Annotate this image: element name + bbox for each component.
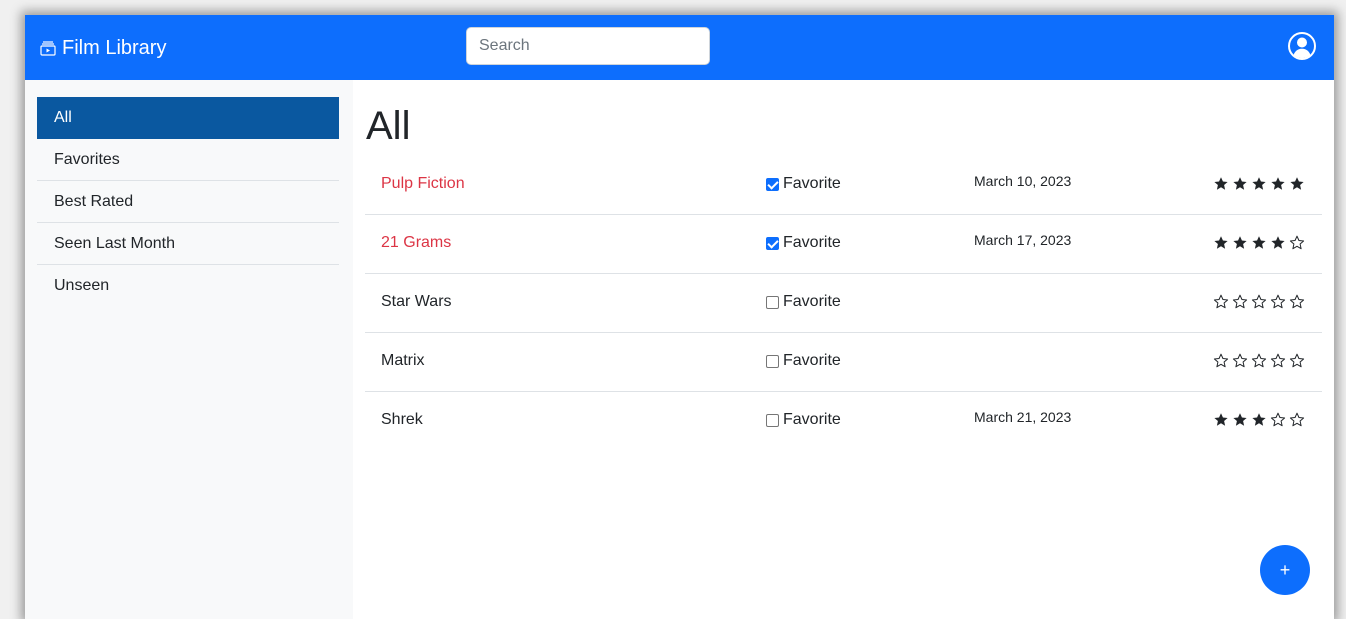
star-icon[interactable] bbox=[1232, 353, 1248, 369]
brand[interactable]: Film Library bbox=[40, 35, 166, 61]
star-fill-icon[interactable] bbox=[1232, 412, 1248, 428]
favorite-label: Favorite bbox=[783, 293, 841, 310]
film-title: Star Wars bbox=[381, 293, 452, 310]
favorite-label: Favorite bbox=[783, 175, 841, 192]
star-icon[interactable] bbox=[1270, 353, 1286, 369]
star-fill-icon[interactable] bbox=[1289, 176, 1305, 192]
user-button[interactable] bbox=[1287, 31, 1317, 61]
favorite-checkbox[interactable]: Favorite bbox=[766, 234, 841, 252]
sidebar-item-unseen[interactable]: Unseen bbox=[37, 265, 339, 307]
star-icon[interactable] bbox=[1289, 235, 1305, 251]
sidebar: All Favorites Best Rated Seen Last Month Uns… bbox=[25, 80, 353, 619]
film-row: Pulp Fiction Favorite March 10, 2023 bbox=[365, 156, 1322, 215]
star-icon[interactable] bbox=[1270, 412, 1286, 428]
person-circle-icon bbox=[1288, 32, 1316, 60]
watch-date: March 10, 2023 bbox=[974, 173, 1072, 189]
favorite-checkbox[interactable]: Favorite bbox=[766, 352, 841, 370]
film-row: Matrix Favorite bbox=[365, 333, 1322, 392]
film-title: Pulp Fiction bbox=[381, 175, 465, 192]
star-fill-icon[interactable] bbox=[1251, 235, 1267, 251]
film-row: 21 Grams Favorite March 17, 2023 bbox=[365, 215, 1322, 274]
star-fill-icon[interactable] bbox=[1232, 235, 1248, 251]
star-fill-icon[interactable] bbox=[1213, 235, 1229, 251]
page-title: All bbox=[366, 104, 411, 148]
star-icon[interactable] bbox=[1213, 294, 1229, 310]
sidebar-item-all[interactable]: All bbox=[37, 97, 339, 139]
favorite-checkbox[interactable]: Favorite bbox=[766, 411, 841, 429]
film-row: Star Wars Favorite bbox=[365, 274, 1322, 333]
star-fill-icon[interactable] bbox=[1251, 412, 1267, 428]
app-window: Film Library AllFavoritesBest RatedSeen … bbox=[25, 15, 1334, 619]
star-icon[interactable] bbox=[1251, 294, 1267, 310]
rating-stars bbox=[1213, 412, 1305, 428]
star-fill-icon[interactable] bbox=[1270, 176, 1286, 192]
film-title: 21 Grams bbox=[381, 234, 452, 251]
sidebar-item-favorites[interactable]: Favorites bbox=[37, 139, 339, 181]
favorite-label: Favorite bbox=[783, 411, 841, 428]
brand-label: Film Library bbox=[62, 36, 167, 59]
favorite-checkbox[interactable]: Favorite bbox=[766, 293, 841, 311]
watch-date: March 21, 2023 bbox=[974, 409, 1072, 425]
star-fill-icon[interactable] bbox=[1213, 176, 1229, 192]
favorite-label: Favorite bbox=[783, 352, 841, 369]
star-icon[interactable] bbox=[1251, 353, 1267, 369]
film-title: Matrix bbox=[381, 352, 425, 369]
sidebar-item-best-rated[interactable]: Best Rated bbox=[37, 181, 339, 223]
navbar: Film Library bbox=[25, 15, 1334, 80]
checkbox-empty-icon[interactable] bbox=[766, 295, 779, 309]
rating-stars bbox=[1213, 176, 1305, 192]
search-input[interactable] bbox=[466, 27, 710, 65]
collection-play-icon bbox=[40, 40, 56, 56]
main-content: All Pulp Fiction Favorite March 10, 2023 21… bbox=[353, 80, 1334, 619]
star-icon[interactable] bbox=[1289, 353, 1305, 369]
checkbox-checked-icon[interactable] bbox=[766, 236, 779, 250]
star-fill-icon[interactable] bbox=[1232, 176, 1248, 192]
favorite-checkbox[interactable]: Favorite bbox=[766, 175, 841, 193]
film-title: Shrek bbox=[381, 411, 423, 428]
star-icon[interactable] bbox=[1232, 294, 1248, 310]
film-row: Shrek Favorite March 21, 2023 bbox=[365, 392, 1322, 451]
star-icon[interactable] bbox=[1213, 353, 1229, 369]
rating-stars bbox=[1213, 353, 1305, 369]
star-icon[interactable] bbox=[1270, 294, 1286, 310]
checkbox-empty-icon[interactable] bbox=[766, 413, 779, 427]
star-fill-icon[interactable] bbox=[1251, 176, 1267, 192]
star-icon[interactable] bbox=[1289, 412, 1305, 428]
filter-list: All Favorites Best Rated Seen Last Month Uns… bbox=[37, 97, 339, 307]
star-fill-icon[interactable] bbox=[1270, 235, 1286, 251]
favorite-label: Favorite bbox=[783, 234, 841, 251]
screen-background: Film Library AllFavoritesBest RatedSeen … bbox=[0, 0, 1346, 619]
star-fill-icon[interactable] bbox=[1213, 412, 1229, 428]
checkbox-empty-icon[interactable] bbox=[766, 354, 779, 368]
add-film-button[interactable]: + bbox=[1260, 545, 1310, 595]
star-icon[interactable] bbox=[1289, 294, 1305, 310]
watch-date: March 17, 2023 bbox=[974, 232, 1072, 248]
checkbox-checked-icon[interactable] bbox=[766, 177, 779, 191]
film-list: Pulp Fiction Favorite March 10, 2023 21 Gra… bbox=[365, 156, 1322, 451]
rating-stars bbox=[1213, 235, 1305, 251]
rating-stars bbox=[1213, 294, 1305, 310]
sidebar-item-seen-last-month[interactable]: Seen Last Month bbox=[37, 223, 339, 265]
